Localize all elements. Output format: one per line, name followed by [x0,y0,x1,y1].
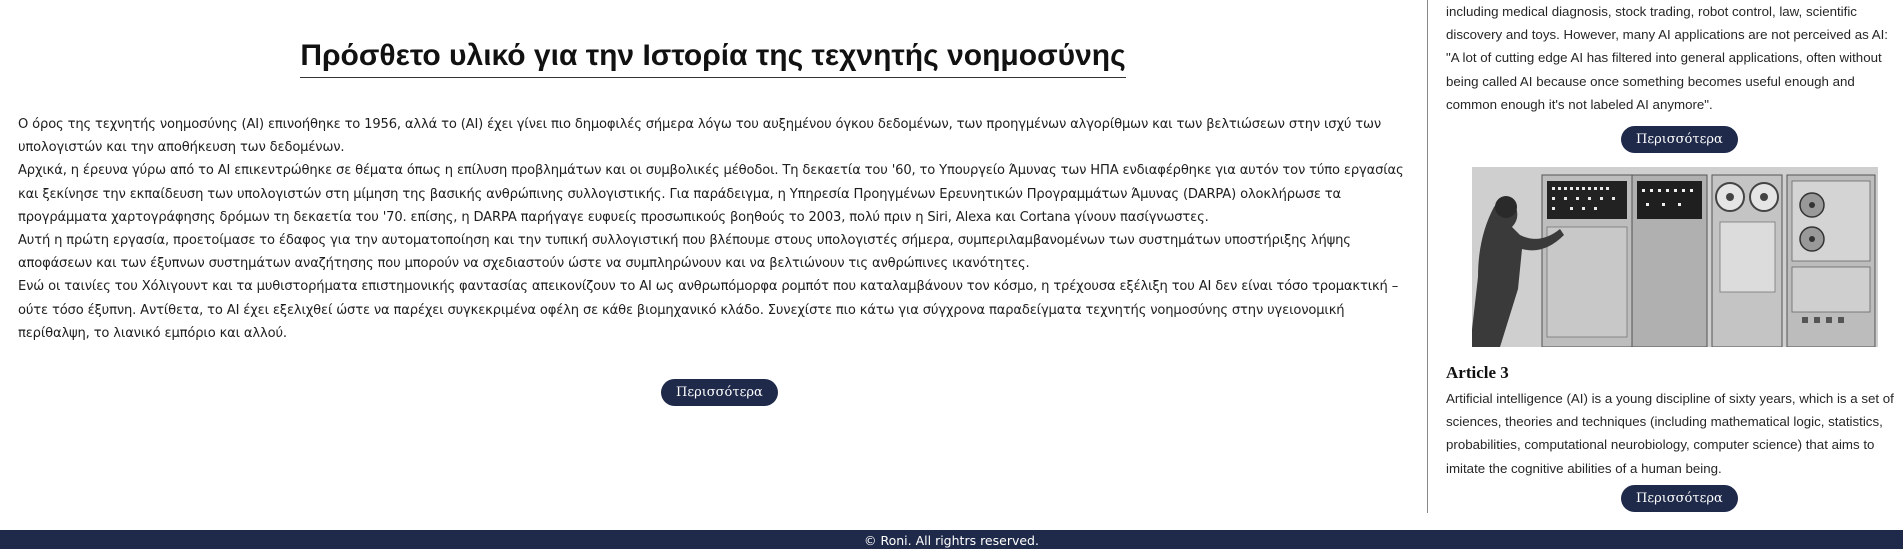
main-content: Πρόσθετο υλικό για την Ιστορία της τεχνη… [0,0,1426,530]
paragraph: Αυτή η πρώτη εργασία, προετοίμασε το έδα… [18,233,1351,272]
article-3-text: Artificial intelligence (AI) is a young … [1446,391,1894,476]
article-3-more-button[interactable]: Περισσότερα [1621,485,1738,512]
vintage-computer-photo [1472,167,1878,347]
article-body: Ο όρος της τεχνητής νοημοσύνης (AI) επιν… [18,113,1414,345]
paragraph: Ο όρος της τεχνητής νοημοσύνης (AI) επιν… [18,117,1382,156]
sidebar: including medical diagnosis, stock tradi… [1428,0,1903,530]
paragraph: Αρχικά, η έρευνα γύρω από το AI επικεντρ… [18,163,1404,225]
article-1-text: including medical diagnosis, stock tradi… [1446,4,1888,112]
copyright-text: © Roni. All rightrs reserved. [864,533,1039,548]
footer: © Roni. All rightrs reserved. [0,530,1903,549]
article-3-title: Article 3 [1446,363,1509,382]
more-button[interactable]: Περισσότερα [661,379,778,406]
article-1-more-button[interactable]: Περισσότερα [1621,126,1738,153]
paragraph: Ενώ οι ταινίες του Χόλιγουντ και τα μυθι… [18,279,1399,341]
page-title: Πρόσθετο υλικό για την Ιστορία της τεχνη… [300,38,1126,78]
page-title-wrapper: Πρόσθετο υλικό για την Ιστορία της τεχνη… [0,35,1426,78]
